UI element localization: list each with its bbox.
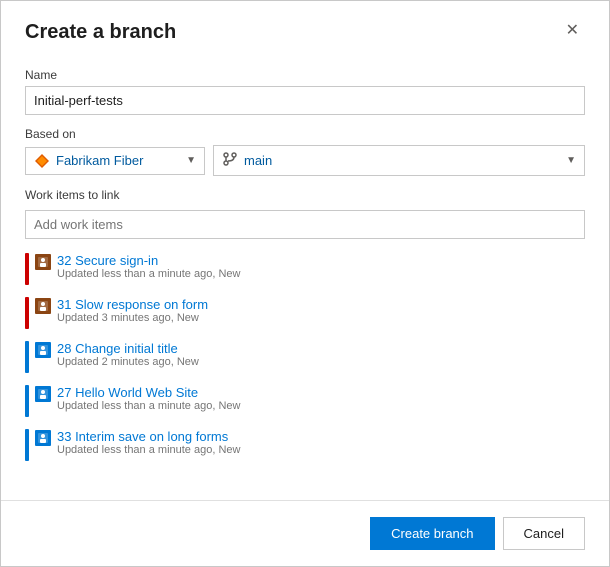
work-item-color-bar xyxy=(25,385,29,417)
work-item-title[interactable]: 28 Change initial title xyxy=(57,341,199,356)
work-item-info: 33 Interim save on long formsUpdated les… xyxy=(57,429,240,456)
work-item-meta: Updated 3 minutes ago, New xyxy=(57,312,208,324)
dialog-header: Create a branch ✕ xyxy=(1,1,609,56)
work-item-info: 28 Change initial titleUpdated 2 minutes… xyxy=(57,341,199,368)
work-item-meta: Updated less than a minute ago, New xyxy=(57,400,240,412)
work-item-info: 32 Secure sign-inUpdated less than a min… xyxy=(57,253,240,280)
work-item: 33 Interim save on long formsUpdated les… xyxy=(25,423,585,467)
work-item-meta: Updated less than a minute ago, New xyxy=(57,268,240,280)
branch-icon xyxy=(222,151,238,170)
work-item: 28 Change initial titleUpdated 2 minutes… xyxy=(25,335,585,379)
repo-dropdown[interactable]: Fabrikam Fiber ▼ xyxy=(25,147,205,175)
work-item-icon xyxy=(35,342,51,358)
repo-diamond-icon xyxy=(34,153,50,169)
work-item: 27 Hello World Web SiteUpdated less than… xyxy=(25,379,585,423)
work-item-title[interactable]: 33 Interim save on long forms xyxy=(57,429,240,444)
dialog-footer: Create branch Cancel xyxy=(1,500,609,566)
based-on-label: Based on xyxy=(25,127,585,141)
work-item: 32 Secure sign-inUpdated less than a min… xyxy=(25,247,585,291)
work-item-icon xyxy=(35,298,51,314)
branch-dropdown-arrow: ▼ xyxy=(566,155,576,166)
close-button[interactable]: ✕ xyxy=(560,21,585,41)
create-branch-dialog: Create a branch ✕ Name Based on Fabrikam… xyxy=(0,0,610,567)
name-label: Name xyxy=(25,68,585,82)
work-item: 31 Slow response on formUpdated 3 minute… xyxy=(25,291,585,335)
work-item-title[interactable]: 27 Hello World Web Site xyxy=(57,385,240,400)
work-item-color-bar xyxy=(25,429,29,461)
name-input[interactable] xyxy=(25,86,585,115)
work-items-label: Work items to link xyxy=(25,188,585,202)
work-items-list: 32 Secure sign-inUpdated less than a min… xyxy=(25,247,585,467)
work-item-title[interactable]: 32 Secure sign-in xyxy=(57,253,240,268)
cancel-button[interactable]: Cancel xyxy=(503,517,585,550)
work-item-icon xyxy=(35,386,51,402)
create-branch-button[interactable]: Create branch xyxy=(370,517,494,550)
work-item-icon xyxy=(35,254,51,270)
work-item-icon xyxy=(35,430,51,446)
repo-name: Fabrikam Fiber xyxy=(56,153,180,168)
work-item-meta: Updated 2 minutes ago, New xyxy=(57,356,199,368)
work-item-meta: Updated less than a minute ago, New xyxy=(57,444,240,456)
repo-dropdown-arrow: ▼ xyxy=(186,155,196,166)
work-items-input[interactable] xyxy=(25,210,585,239)
dialog-title: Create a branch xyxy=(25,21,176,44)
work-item-title[interactable]: 31 Slow response on form xyxy=(57,297,208,312)
work-item-info: 31 Slow response on formUpdated 3 minute… xyxy=(57,297,208,324)
branch-name: main xyxy=(244,153,560,168)
based-on-row: Fabrikam Fiber ▼ main ▼ xyxy=(25,145,585,176)
work-item-info: 27 Hello World Web SiteUpdated less than… xyxy=(57,385,240,412)
work-item-color-bar xyxy=(25,341,29,373)
dialog-body: Name Based on Fabrikam Fiber ▼ xyxy=(1,56,609,500)
work-item-color-bar xyxy=(25,297,29,329)
work-item-color-bar xyxy=(25,253,29,285)
branch-dropdown[interactable]: main ▼ xyxy=(213,145,585,176)
